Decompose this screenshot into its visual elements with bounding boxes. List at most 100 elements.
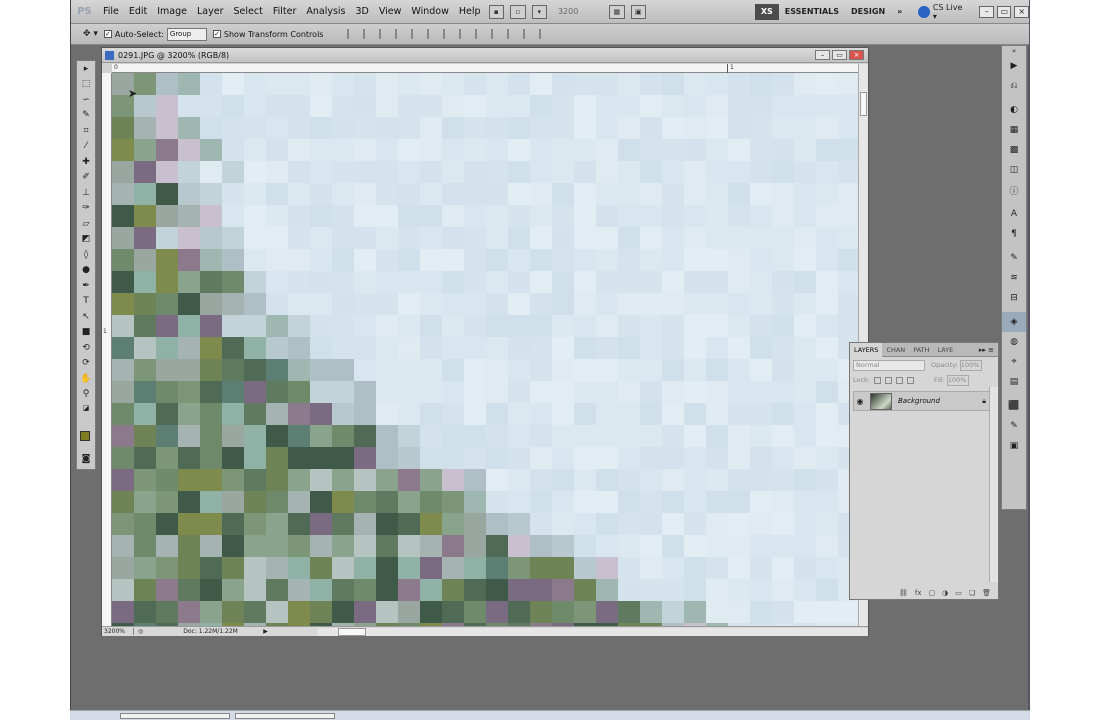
layer-row-background[interactable]: ◉ Background 🔒︎ [853, 391, 995, 411]
blur-tool-icon[interactable]: ◊ [77, 247, 95, 263]
arrange-documents-icon[interactable]: ▦ [609, 4, 625, 19]
quick-select-tool-icon[interactable]: ✎ [77, 108, 95, 124]
cs-live-button[interactable]: CS Live ▾ [918, 3, 967, 21]
eraser-tool-icon[interactable]: ▱ [77, 216, 95, 232]
default-colors-icon[interactable]: ◪ [77, 402, 95, 414]
distribute-vcenter-icon[interactable] [459, 29, 469, 39]
minimize-icon[interactable]: – [979, 5, 994, 18]
rectangle-tool-icon[interactable]: ■ [77, 325, 95, 341]
color-icon[interactable]: ◐ [1002, 100, 1026, 120]
3d-icon[interactable]: ⬛ [1002, 396, 1026, 416]
panel-menu-icon[interactable]: ▸▸ ≡ [979, 346, 994, 354]
distribute-hcenter-icon[interactable] [507, 29, 517, 39]
healing-brush-tool-icon[interactable]: ✚ [77, 154, 95, 170]
blend-mode-select[interactable]: Normal [853, 359, 925, 371]
align-top-icon[interactable] [347, 29, 357, 39]
close-icon[interactable]: × [1014, 5, 1029, 18]
vertical-ruler[interactable]: 1 [102, 73, 112, 627]
fill-field[interactable]: 100% [946, 374, 969, 386]
screen-mode-icon[interactable]: ▣ [630, 4, 646, 19]
document-title-bar[interactable]: 0291.JPG @ 3200% (RGB/8) – ▭ × [102, 48, 868, 63]
layers-scrollbar[interactable] [989, 387, 998, 582]
navigator-icon[interactable]: ▣ [1002, 436, 1026, 456]
menu-edit[interactable]: Edit [124, 0, 152, 24]
path-selection-tool-icon[interactable]: ↖ [77, 309, 95, 325]
marquee-tool-icon[interactable]: ⬚ [77, 77, 95, 93]
lock-position-icon[interactable] [896, 376, 904, 384]
masks-icon[interactable]: ▤ [1002, 372, 1026, 392]
paths-icon[interactable]: ⌖ [1002, 352, 1026, 372]
history-brush-tool-icon[interactable]: ✑ [77, 201, 95, 217]
image-canvas[interactable]: ➤ [112, 73, 858, 626]
new-layer-icon[interactable]: ❏ [969, 589, 975, 597]
mini-bridge-icon[interactable]: ▫ [510, 4, 526, 19]
document-info[interactable]: Doc: 1.22M/1.22M [183, 628, 263, 635]
link-layers-icon[interactable]: ⛓ [899, 589, 908, 597]
workspace-essentials-button[interactable]: ESSENTIALS [779, 4, 845, 20]
quick-mask-icon[interactable]: ◙ [77, 451, 95, 467]
document-horizontal-scroll-thumb[interactable] [337, 627, 366, 636]
crop-tool-icon[interactable]: ⌗ [77, 123, 95, 139]
document-horizontal-scrollbar[interactable] [317, 627, 868, 636]
zoom-tool-icon[interactable]: ⚲ [77, 387, 95, 403]
lock-all-icon[interactable] [907, 376, 915, 384]
menu-help[interactable]: Help [454, 0, 486, 24]
taskbar-button-1[interactable] [120, 713, 230, 719]
layers-icon[interactable]: ◈ [1002, 312, 1026, 332]
align-right-icon[interactable] [427, 29, 437, 39]
status-arrow-icon[interactable]: ▶ [263, 628, 268, 635]
pen-tool-icon[interactable]: ✒ [77, 278, 95, 294]
zoom-level-select[interactable]: 3200 [558, 5, 606, 19]
move-tool-icon[interactable]: ▸ [77, 61, 95, 77]
horizontal-ruler[interactable]: 0 1 [112, 64, 858, 73]
distribute-bottom-icon[interactable] [475, 29, 485, 39]
styles-icon[interactable]: ▩ [1002, 140, 1026, 160]
bridge-icon[interactable]: ▪ [488, 4, 505, 19]
status-bar-icon[interactable]: ◎ [138, 628, 143, 635]
menu-select[interactable]: Select [229, 0, 268, 24]
menu-image[interactable]: Image [152, 0, 192, 24]
info-icon[interactable]: ⓘ [1002, 180, 1026, 200]
tab-paths[interactable]: PATH [909, 343, 933, 357]
menu-window[interactable]: Window [406, 0, 453, 24]
auto-align-icon[interactable] [539, 29, 549, 39]
tab-channels[interactable]: CHAN [882, 343, 909, 357]
hand-tool-icon[interactable]: ✋ [77, 371, 95, 387]
lasso-tool-icon[interactable]: ∽ [77, 92, 95, 108]
menu-filter[interactable]: Filter [268, 0, 302, 24]
channels-icon[interactable]: ◍ [1002, 332, 1026, 352]
gradient-tool-icon[interactable]: ◩ [77, 232, 95, 248]
align-hcenter-icon[interactable] [411, 29, 421, 39]
align-vcenter-icon[interactable] [363, 29, 373, 39]
lock-pixels-icon[interactable] [885, 376, 893, 384]
notes-icon[interactable]: ✎ [1002, 416, 1026, 436]
menu-3d[interactable]: 3D [351, 0, 374, 24]
brush-presets-icon[interactable]: ≋ [1002, 268, 1026, 288]
clone-source-icon[interactable]: ⊟ [1002, 288, 1026, 308]
delete-layer-icon[interactable]: 🗑︎ [982, 589, 991, 597]
paragraph-icon[interactable]: ¶ [1002, 224, 1026, 244]
tab-layers[interactable]: LAYERS [850, 342, 883, 357]
distribute-left-icon[interactable] [491, 29, 501, 39]
maximize-icon[interactable]: ▭ [996, 5, 1012, 18]
menu-layer[interactable]: Layer [192, 0, 229, 24]
doc-minimize-icon[interactable]: – [815, 50, 830, 60]
opacity-field[interactable]: 100% [959, 359, 982, 371]
menu-file[interactable]: File [98, 0, 124, 24]
align-left-icon[interactable] [395, 29, 405, 39]
distribute-top-icon[interactable] [443, 29, 453, 39]
eyedropper-tool-icon[interactable]: ⁄ [77, 139, 95, 155]
dodge-tool-icon[interactable]: ● [77, 263, 95, 279]
auto-select-checkbox[interactable]: ✓ [103, 30, 112, 38]
foreground-color-swatch[interactable] [80, 431, 90, 441]
move-tool-preset-icon[interactable]: ✥ ▾ [83, 29, 98, 39]
layer-name[interactable]: Background [898, 397, 940, 405]
type-tool-icon[interactable]: T [77, 294, 95, 310]
new-group-icon[interactable]: ▭ [955, 589, 962, 597]
brush-tool-icon[interactable]: ✐ [77, 170, 95, 186]
swatches-icon[interactable]: ▦ [1002, 120, 1026, 140]
menu-analysis[interactable]: Analysis [301, 0, 350, 24]
doc-close-icon[interactable]: × [849, 50, 864, 60]
character-icon[interactable]: A [1002, 204, 1026, 224]
adjustment-layer-icon[interactable]: ◑ [942, 589, 948, 597]
